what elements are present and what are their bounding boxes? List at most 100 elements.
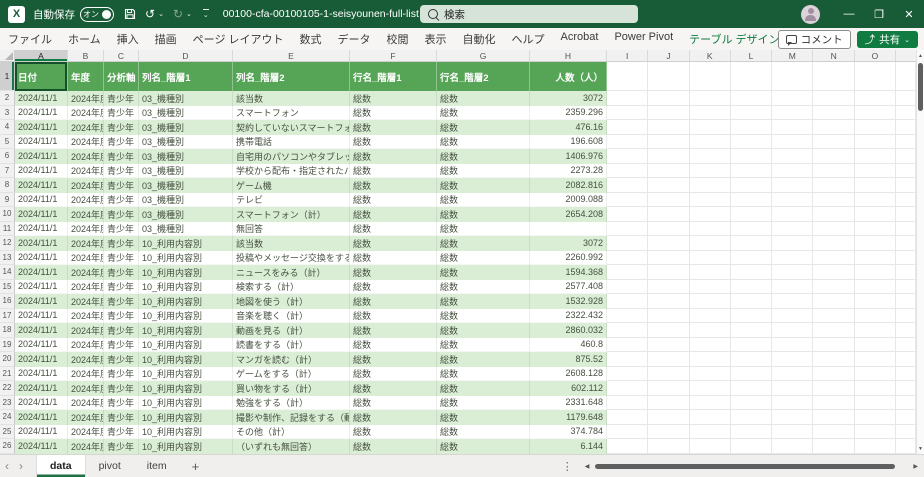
cell[interactable]: 2024年度 [68,279,104,294]
cell-empty[interactable] [813,236,855,251]
cell-empty[interactable] [689,105,731,120]
cell-empty[interactable] [896,236,916,251]
cell-empty[interactable] [854,294,897,309]
cell-empty[interactable] [689,308,731,323]
cell-empty[interactable] [648,250,690,265]
cell-empty[interactable] [607,221,649,236]
cell-empty[interactable] [648,352,690,367]
cell-empty[interactable] [772,410,814,425]
cell-empty[interactable] [772,279,814,294]
row-header-17[interactable]: 17 [0,308,15,323]
cell-empty[interactable] [854,250,897,265]
cell[interactable]: 03_機種別 [139,105,233,120]
cell[interactable]: 青少年 [104,192,139,207]
cell-empty[interactable] [607,395,649,410]
cell-empty[interactable] [854,62,897,91]
cell-empty[interactable] [772,134,814,149]
cell[interactable]: 総数 [350,352,437,367]
ribbon-tab-描画[interactable]: 描画 [147,31,185,47]
cell-empty[interactable] [772,221,814,236]
cell-empty[interactable] [813,120,855,135]
cell[interactable]: 10_利用内容別 [139,410,233,425]
cell[interactable]: 10_利用内容別 [139,250,233,265]
cell-empty[interactable] [813,410,855,425]
row-header-1[interactable]: 1 [0,62,15,91]
cell[interactable]: 2024/11/1 [15,337,68,352]
cell-empty[interactable] [607,149,649,164]
cell-empty[interactable] [813,265,855,280]
cell-empty[interactable] [854,236,897,251]
cell[interactable]: 2024/11/1 [15,134,68,149]
cell[interactable]: 該当数 [233,91,350,106]
cell-empty[interactable] [689,178,731,193]
cell[interactable]: 2024年度 [68,366,104,381]
cell[interactable]: 総数 [350,323,437,338]
ribbon-tab-ホーム[interactable]: ホーム [60,31,109,47]
cell-empty[interactable] [648,337,690,352]
cell[interactable]: 青少年 [104,207,139,222]
cell-empty[interactable] [689,91,731,106]
vertical-scrollbar[interactable]: ▲ ▼ [916,50,924,455]
cell-empty[interactable] [607,439,649,454]
cell-empty[interactable] [854,323,897,338]
cell[interactable]: 2260.992 [530,250,607,265]
scroll-left-icon[interactable]: ◀ [585,463,590,470]
cell-empty[interactable] [896,62,916,91]
cell-empty[interactable] [854,192,897,207]
cell[interactable]: 2024/11/1 [15,395,68,410]
cell[interactable]: 総数 [437,323,530,338]
cell[interactable]: 総数 [350,424,437,439]
cell-empty[interactable] [648,308,690,323]
column-header-A[interactable]: A [15,50,68,61]
cell-empty[interactable] [607,294,649,309]
cell[interactable]: 2024/11/1 [15,192,68,207]
cell[interactable]: 10_利用内容別 [139,352,233,367]
cell-empty[interactable] [854,265,897,280]
cell[interactable]: 青少年 [104,134,139,149]
cell[interactable]: 契約していないスマートフォン [233,120,350,135]
cell[interactable]: 青少年 [104,221,139,236]
cell-empty[interactable] [772,149,814,164]
cell[interactable]: 総数 [437,279,530,294]
cell[interactable]: 青少年 [104,250,139,265]
cell-empty[interactable] [854,91,897,106]
cell-empty[interactable] [854,279,897,294]
cell-empty[interactable] [607,207,649,222]
ribbon-tab-数式[interactable]: 数式 [292,31,330,47]
cell-empty[interactable] [772,236,814,251]
cell[interactable]: 青少年 [104,381,139,396]
cell-empty[interactable] [772,352,814,367]
ribbon-tab-Power Pivot[interactable]: Power Pivot [606,31,681,47]
cell[interactable]: 03_機種別 [139,91,233,106]
cell-empty[interactable] [813,381,855,396]
cell-empty[interactable] [772,178,814,193]
scroll-right-icon[interactable]: ▶ [913,463,918,470]
cell-empty[interactable] [730,221,773,236]
column-header-M[interactable]: M [772,50,814,61]
close-button[interactable]: ✕ [894,8,924,21]
cell[interactable]: 3072 [530,91,607,106]
cell[interactable]: 総数 [350,105,437,120]
cell-empty[interactable] [648,265,690,280]
cell[interactable]: 総数 [437,439,530,454]
cell-empty[interactable] [730,294,773,309]
cell[interactable]: 総数 [350,366,437,381]
cell[interactable]: 携帯電話 [233,134,350,149]
cell-empty[interactable] [772,163,814,178]
column-header-L[interactable]: L [731,50,773,61]
cell[interactable]: 2024年度 [68,236,104,251]
cell-empty[interactable] [689,439,731,454]
customize-qat-icon[interactable]: ⌄ [202,9,209,19]
cell-empty[interactable] [730,120,773,135]
cell-empty[interactable] [896,250,916,265]
cell[interactable]: 10_利用内容別 [139,279,233,294]
vertical-scroll-thumb[interactable] [918,63,923,111]
cell[interactable]: 2024/11/1 [15,410,68,425]
row-header-2[interactable]: 2 [0,91,15,106]
cell-empty[interactable] [607,265,649,280]
cell[interactable] [530,221,607,236]
cell[interactable]: 総数 [350,250,437,265]
cell-empty[interactable] [896,323,916,338]
cell-empty[interactable] [854,439,897,454]
cell-empty[interactable] [730,366,773,381]
